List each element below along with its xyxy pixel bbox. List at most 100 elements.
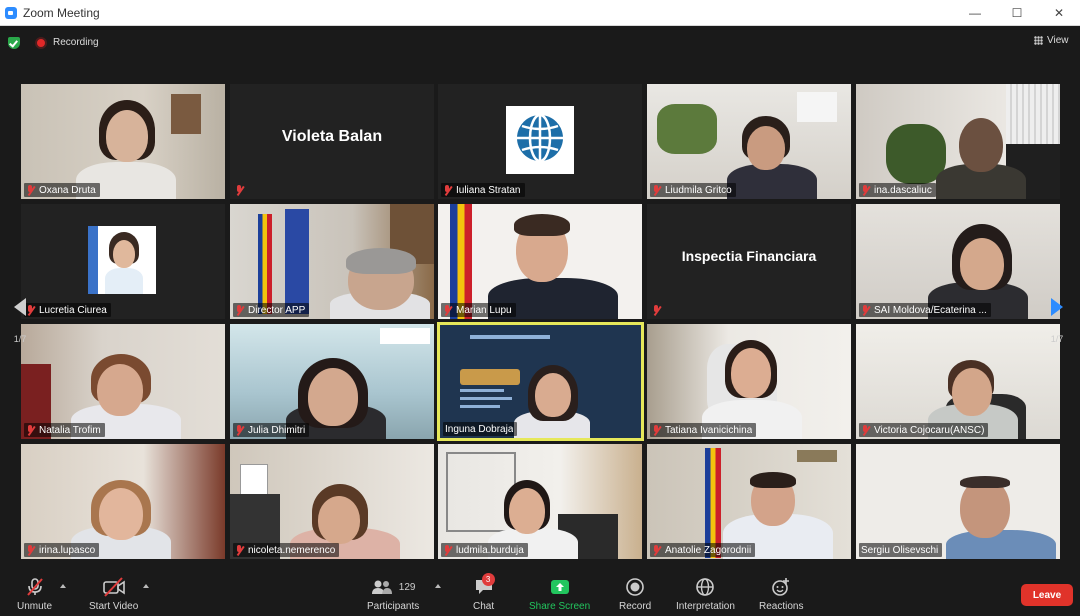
- video-tile[interactable]: Violeta Balan: [230, 84, 434, 199]
- page-indicator-left: 1/7: [13, 333, 27, 344]
- muted-mic-icon: [652, 544, 661, 556]
- start-video-button[interactable]: Start Video: [89, 577, 138, 612]
- participant-name: Natalia Trofim: [24, 423, 105, 437]
- close-icon[interactable]: ✕: [1038, 0, 1080, 26]
- view-button[interactable]: View: [1034, 35, 1069, 46]
- window-title: Zoom Meeting: [23, 5, 100, 20]
- video-tile[interactable]: Julia Dhimitri: [230, 324, 434, 439]
- muted-mic-icon: [443, 304, 452, 316]
- participant-name: Inguna Dobraja: [443, 422, 518, 436]
- recording-icon[interactable]: [35, 37, 47, 49]
- video-tile-active-speaker[interactable]: Inguna Dobraja: [437, 322, 644, 441]
- participant-name: Oxana Druta: [24, 183, 100, 197]
- chat-label: Chat: [473, 601, 495, 612]
- muted-mic-icon: [652, 304, 661, 316]
- reactions-button[interactable]: Reactions: [759, 577, 803, 612]
- maximize-icon[interactable]: ☐: [996, 0, 1038, 26]
- participant-name: ludmila.burduja: [441, 543, 528, 557]
- participant-name: nicoleta.nemerenco: [233, 543, 340, 557]
- video-tile[interactable]: Victoria Cojocaru(ANSC): [856, 324, 1060, 439]
- video-tile[interactable]: Oxana Druta: [21, 84, 225, 199]
- security-shield-icon[interactable]: [8, 37, 20, 49]
- participant-name: Anatolie Zagorodnii: [650, 543, 756, 557]
- leave-button[interactable]: Leave: [1021, 584, 1073, 606]
- view-label: View: [1047, 35, 1069, 46]
- muted-mic-icon: [861, 304, 870, 316]
- participant-name: Marian Lupu: [441, 303, 516, 317]
- participants-icon: 129: [371, 577, 415, 597]
- muted-mic-icon: [652, 184, 661, 196]
- video-tile[interactable]: Tatiana Ivanicichina: [647, 324, 851, 439]
- window-controls: — ☐ ✕: [954, 0, 1080, 26]
- video-tile[interactable]: irina.lupasco: [21, 444, 225, 559]
- chevron-right-icon: [1051, 297, 1063, 316]
- zoom-logo-icon: [5, 6, 17, 19]
- muted-mic-icon: [861, 424, 870, 436]
- video-tile[interactable]: ina.dascaliuc: [856, 84, 1060, 199]
- minimize-icon[interactable]: —: [954, 0, 996, 26]
- participants-options-caret-icon[interactable]: [435, 584, 441, 588]
- muted-mic-icon: [235, 184, 244, 196]
- participants-button[interactable]: 129 Participants: [367, 577, 419, 612]
- video-tile[interactable]: Sergiu Olisevschi: [856, 444, 1060, 559]
- video-tile[interactable]: Iuliana Stratan: [438, 84, 642, 199]
- recording-label: Recording: [53, 37, 99, 48]
- muted-mic-icon: [26, 424, 35, 436]
- participant-name: Victoria Cojocaru(ANSC): [859, 423, 989, 437]
- video-tile[interactable]: nicoleta.nemerenco: [230, 444, 434, 559]
- share-screen-icon: [549, 577, 571, 597]
- unmute-label: Unmute: [17, 601, 53, 612]
- page-indicator-right: 1/7: [1050, 333, 1064, 344]
- video-tile[interactable]: Lucretia Ciurea: [21, 204, 225, 319]
- start-video-label: Start Video: [89, 601, 139, 612]
- share-screen-label: Share Screen: [529, 601, 591, 612]
- muted-mic-icon: [26, 184, 35, 196]
- chat-icon: 3: [474, 573, 495, 597]
- share-screen-button[interactable]: Share Screen: [529, 577, 590, 612]
- window-titlebar: Zoom Meeting — ☐ ✕: [0, 0, 1080, 26]
- muted-mic-icon: [235, 544, 244, 556]
- chevron-left-icon: [14, 297, 26, 316]
- video-tile[interactable]: Director APP: [230, 204, 434, 319]
- globe-icon: [695, 577, 715, 597]
- participant-name: [650, 303, 669, 317]
- video-tile[interactable]: Inspectia Financiara: [647, 204, 851, 319]
- next-page-button[interactable]: 1/7: [1043, 283, 1071, 358]
- participant-display-name: Inspectia Financiara: [681, 248, 817, 264]
- video-tile[interactable]: Marian Lupu: [438, 204, 642, 319]
- participant-name: ina.dascaliuc: [859, 183, 936, 197]
- video-tile[interactable]: Natalia Trofim: [21, 324, 225, 439]
- unmute-button[interactable]: Unmute: [17, 577, 52, 612]
- participant-name: [233, 183, 252, 197]
- video-tile[interactable]: ludmila.burduja: [438, 444, 642, 559]
- chat-button[interactable]: 3 Chat: [473, 573, 495, 612]
- interpretation-button[interactable]: Interpretation: [676, 577, 735, 612]
- muted-mic-icon: [235, 424, 244, 436]
- video-tile[interactable]: SAI Moldova/Ecaterina ...: [856, 204, 1060, 319]
- record-button[interactable]: Record: [619, 577, 651, 612]
- muted-mic-icon: [235, 304, 244, 316]
- mic-muted-icon: [25, 577, 45, 597]
- audio-options-caret-icon[interactable]: [60, 584, 66, 588]
- chat-unread-badge: 3: [481, 573, 495, 586]
- video-options-caret-icon[interactable]: [143, 584, 149, 588]
- previous-page-button[interactable]: 1/7: [6, 283, 34, 358]
- participant-name: Liudmila Gritco: [650, 183, 736, 197]
- video-tile[interactable]: Anatolie Zagorodnii: [647, 444, 851, 559]
- record-label: Record: [619, 601, 652, 612]
- muted-mic-icon: [652, 424, 661, 436]
- world-bank-logo-icon: [517, 113, 563, 163]
- participant-display-name: Violeta Balan: [281, 128, 383, 145]
- meeting-topbar: [0, 26, 1080, 58]
- video-off-icon: [102, 577, 126, 597]
- participant-name: SAI Moldova/Ecaterina ...: [859, 303, 991, 317]
- interpretation-label: Interpretation: [676, 601, 735, 612]
- participant-name: Julia Dhimitri: [233, 423, 310, 437]
- participant-name: Lucretia Ciurea: [24, 303, 111, 317]
- record-icon: [625, 577, 645, 597]
- video-tile[interactable]: Liudmila Gritco: [647, 84, 851, 199]
- participant-name: Iuliana Stratan: [441, 183, 525, 197]
- participant-name: Tatiana Ivanicichina: [650, 423, 757, 437]
- grid-view-icon: [1034, 36, 1043, 45]
- muted-mic-icon: [861, 184, 870, 196]
